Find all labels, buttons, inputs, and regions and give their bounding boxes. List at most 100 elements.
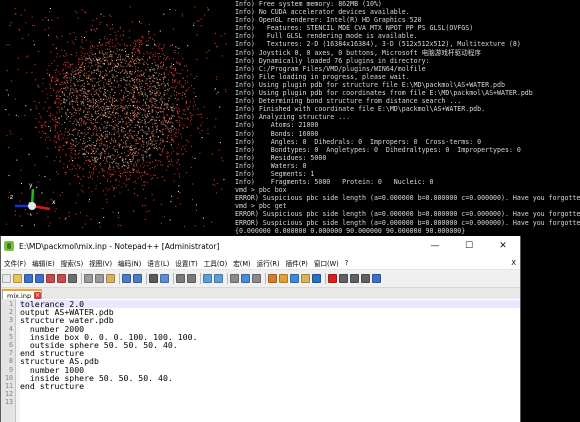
line-number: 3: [9, 316, 13, 325]
menu-item[interactable]: ?: [342, 259, 352, 267]
notepadpp-app-icon: [4, 241, 14, 251]
line-number: 10: [5, 373, 13, 382]
console-line: ERROR) Suspicious pbc side length (a=0.0…: [235, 218, 580, 227]
menu-item[interactable]: 语言(L): [144, 258, 172, 268]
editor-area[interactable]: 1 2 3 4 5 6 7 8 9 10 11 12 13 tolerance 2.0 output AS…: [1, 299, 520, 422]
code-line[interactable]: structure water.pdb: [20, 316, 520, 324]
menu-item[interactable]: 工具(O): [201, 258, 231, 268]
menu-item[interactable]: 运行(R): [254, 258, 283, 268]
close-button[interactable]: ✕: [486, 236, 520, 256]
code-line[interactable]: outside sphere 50. 50. 50. 40.: [20, 341, 520, 349]
title-bar[interactable]: E:\MD\packmol\mix.inp - Notepad++ [Admin…: [1, 236, 520, 256]
line-number: 8: [9, 357, 13, 366]
open-file-icon[interactable]: [13, 274, 22, 283]
vmd-console[interactable]: Info) Free system memory: 862MB (10%) Inf…: [232, 0, 580, 236]
console-line: Info) Determining bond structure from di…: [235, 97, 462, 106]
toolbar-separator: [200, 273, 201, 284]
console-line: Info) Atoms: 21000: [235, 121, 319, 130]
function-list-icon[interactable]: [290, 274, 299, 283]
notepad-plus-plus-window: E:\MD\packmol\mix.inp - Notepad++ [Admin…: [0, 236, 521, 422]
folder-workspace-icon[interactable]: [301, 274, 310, 283]
close-document-button[interactable]: X: [511, 259, 520, 267]
console-line: Info) Features: STENCIL MDE CVA MTX NPOT…: [235, 24, 474, 33]
desktop-background: [521, 236, 580, 422]
console-line: Info) Textures: 2-D (16384x16384), 3-D (…: [235, 40, 521, 49]
console-line: Info) Dynamically loaded 76 plugins in d…: [235, 56, 430, 65]
code-line[interactable]: inside sphere 50. 50. 50. 40.: [20, 373, 520, 381]
undo-icon[interactable]: [122, 274, 131, 283]
indent-guide-icon[interactable]: [252, 274, 261, 283]
zoom-out-icon[interactable]: [187, 274, 196, 283]
console-line: Info) OpenGL renderer: Intel(R) HD Graph…: [235, 16, 422, 25]
print-icon[interactable]: [68, 274, 77, 283]
console-line: Info) No CUDA accelerator devices availa…: [235, 8, 410, 17]
zoom-in-icon[interactable]: [176, 274, 185, 283]
monitoring-icon[interactable]: [312, 274, 321, 283]
find-icon[interactable]: [149, 274, 158, 283]
save-icon[interactable]: [24, 274, 33, 283]
menu-item[interactable]: 窗口(W): [311, 258, 342, 268]
console-line: Info) Fragments: 5000 Protein: 0 Nucleic…: [235, 178, 434, 187]
redo-icon[interactable]: [133, 274, 142, 283]
show-all-chars-icon[interactable]: [241, 274, 250, 283]
copy-icon[interactable]: [95, 274, 104, 283]
cut-icon[interactable]: [84, 274, 93, 283]
menu-item[interactable]: 插件(P): [283, 258, 311, 268]
y-axis-label: y: [29, 182, 33, 189]
sync-horizontal-icon[interactable]: [214, 274, 223, 283]
maximize-button[interactable]: ☐: [452, 236, 486, 256]
menu-item[interactable]: 宏(M): [230, 258, 253, 268]
play-macro-icon[interactable]: [350, 274, 359, 283]
tab-close-icon[interactable]: ×: [34, 292, 41, 299]
console-line: Info) Bonds: 16000: [235, 129, 319, 138]
new-file-icon[interactable]: [2, 274, 11, 283]
doc-map-icon[interactable]: [279, 274, 288, 283]
menu-item[interactable]: 编码(N): [115, 258, 144, 268]
close-all-icon[interactable]: [57, 274, 66, 283]
menu-item[interactable]: 视图(V): [86, 258, 115, 268]
save-macro-icon[interactable]: [372, 274, 381, 283]
toolbar-separator: [146, 273, 147, 284]
sync-vertical-icon[interactable]: [203, 274, 212, 283]
axes-indicator: z x y: [10, 182, 56, 211]
line-number: 2: [9, 308, 13, 317]
console-line: ERROR) Suspicious pbc side length (a=0.0…: [235, 210, 580, 219]
replace-icon[interactable]: [160, 274, 169, 283]
line-number: 6: [9, 340, 13, 349]
console-line: Info) Using plugin pdb for coordinates f…: [235, 89, 533, 98]
close-icon[interactable]: [46, 274, 55, 283]
record-macro-icon[interactable]: [328, 274, 337, 283]
console-line: Info) Angles: 0 Dihedrals: 0 Impropers: …: [235, 137, 482, 146]
menu-item[interactable]: 设置(T): [172, 258, 200, 268]
menu-item[interactable]: 搜索(S): [58, 258, 87, 268]
console-line: Info) C:/Program Files/VMD/plugins/WIN64…: [235, 64, 426, 73]
code-line[interactable]: structure AS.pdb: [20, 357, 520, 365]
vmd-opengl-display[interactable]: z x y: [0, 0, 232, 236]
line-number: 13: [5, 398, 13, 407]
code-line[interactable]: [20, 398, 520, 406]
line-number: 4: [9, 324, 13, 333]
line-number-gutter: 1 2 3 4 5 6 7 8 9 10 11 12 13: [1, 299, 16, 422]
line-number: 9: [9, 365, 13, 374]
line-number: 12: [5, 390, 13, 399]
console-line: Info) Finished with coordinate file E:\M…: [235, 105, 486, 114]
code-text[interactable]: tolerance 2.0 output AS+WATER.pdb structur…: [20, 299, 520, 422]
udl-icon[interactable]: [268, 274, 277, 283]
code-line[interactable]: [20, 390, 520, 398]
console-line: ERROR) Suspicious pbc side length (a=0.0…: [235, 194, 580, 203]
minimize-button[interactable]: —: [418, 236, 452, 256]
stop-macro-icon[interactable]: [339, 274, 348, 283]
console-line: Info) Joystick 0, 0 axes, 0 buttons, Mic…: [235, 48, 481, 57]
console-line: Info) Analyzing structure ...: [235, 113, 351, 122]
line-number: 1: [9, 300, 13, 308]
toolbar-separator: [227, 273, 228, 284]
menu-item[interactable]: 编辑(E): [29, 258, 58, 268]
code-line[interactable]: end structure: [20, 382, 520, 390]
menu-item[interactable]: 文件(F): [1, 258, 29, 268]
save-all-icon[interactable]: [35, 274, 44, 283]
console-line: vmd > pbc get: [235, 202, 287, 211]
run-macro-multiple-icon[interactable]: [361, 274, 370, 283]
word-wrap-icon[interactable]: [230, 274, 239, 283]
paste-icon[interactable]: [106, 274, 115, 283]
console-line: Info) Full GLSL rendering mode is availa…: [235, 32, 418, 41]
